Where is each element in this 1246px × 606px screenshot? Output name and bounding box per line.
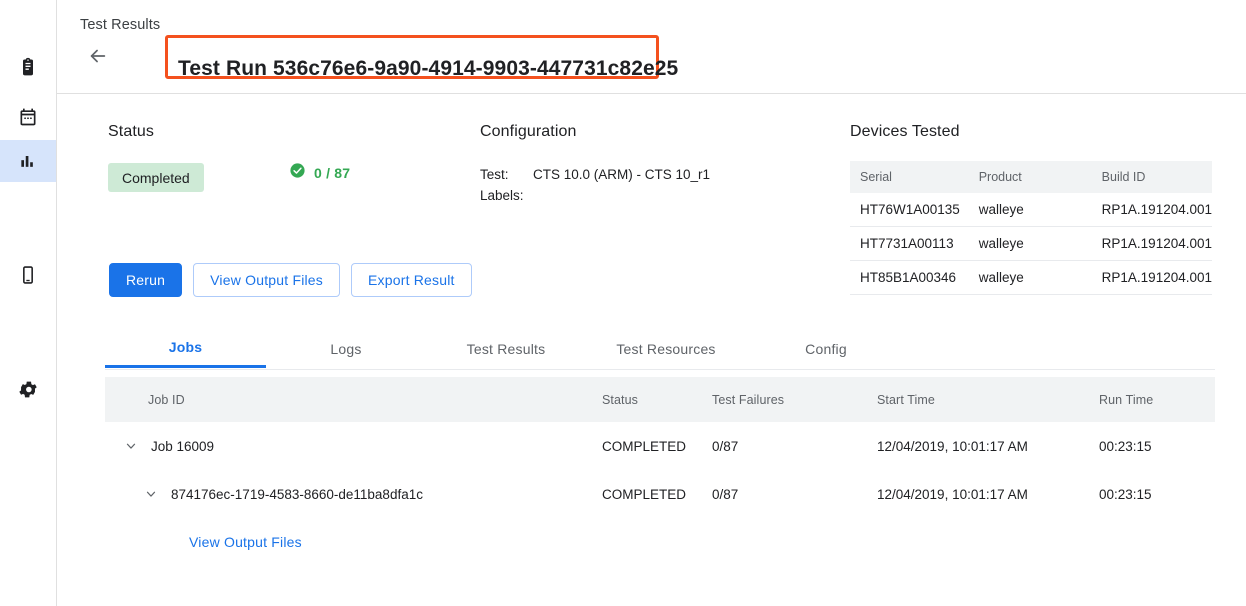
calendar-icon bbox=[18, 107, 38, 127]
device-serial: HT7731A00113 bbox=[850, 227, 969, 261]
status-section-title: Status bbox=[108, 123, 154, 141]
job-start-time: 12/04/2019, 10:01:17 AM bbox=[877, 422, 1099, 470]
devices-column-product: Product bbox=[969, 161, 1092, 193]
config-key: Test: bbox=[480, 164, 533, 185]
breadcrumb[interactable]: Test Results bbox=[80, 17, 160, 33]
sidebar-item-test-suites[interactable] bbox=[0, 46, 56, 88]
config-key: Labels: bbox=[480, 185, 533, 206]
table-row: HT85B1A00346 walleye RP1A.191204.001 bbox=[850, 261, 1212, 295]
attempt-actions-cell: View Output Files bbox=[105, 518, 1215, 566]
sidebar-item-schedules[interactable] bbox=[0, 96, 56, 138]
table-row: View Output Files bbox=[105, 518, 1215, 566]
devices-column-build-id: Build ID bbox=[1092, 161, 1212, 193]
view-output-files-button[interactable]: View Output Files bbox=[193, 263, 340, 297]
attempt-status: COMPLETED bbox=[602, 470, 712, 518]
arrow-left-icon bbox=[87, 45, 109, 72]
tab-test-resources[interactable]: Test Resources bbox=[586, 329, 746, 368]
device-serial: HT85B1A00346 bbox=[850, 261, 969, 295]
job-status: COMPLETED bbox=[602, 422, 712, 470]
attempt-id-label: 874176ec-1719-4583-8660-de11ba8dfa1c bbox=[171, 487, 423, 502]
attempt-start-time: 12/04/2019, 10:01:17 AM bbox=[877, 470, 1099, 518]
status-badge: Completed bbox=[108, 163, 204, 192]
device-product: walleye bbox=[969, 193, 1092, 227]
job-id-cell: Job 16009 bbox=[105, 422, 602, 470]
jobs-table-header-row: Job ID Status Test Failures Start Time R… bbox=[105, 377, 1215, 422]
action-button-row: Rerun View Output Files Export Result bbox=[109, 263, 472, 297]
jobs-column-test-failures: Test Failures bbox=[712, 377, 877, 422]
devices-column-serial: Serial bbox=[850, 161, 969, 193]
attempt-run-time: 00:23:15 bbox=[1099, 470, 1215, 518]
config-row: Labels: bbox=[480, 185, 710, 206]
table-row: HT76W1A00135 walleye RP1A.191204.001 bbox=[850, 193, 1212, 227]
back-button[interactable] bbox=[84, 44, 112, 72]
jobs-column-run-time: Run Time bbox=[1099, 377, 1215, 422]
tab-jobs[interactable]: Jobs bbox=[105, 329, 266, 368]
jobs-column-status: Status bbox=[602, 377, 712, 422]
table-row: HT7731A00113 walleye RP1A.191204.001 bbox=[850, 227, 1212, 261]
job-id-label: Job 16009 bbox=[151, 439, 214, 454]
attempt-test-failures: 0/87 bbox=[712, 470, 877, 518]
page-title: Test Run 536c76e6-9a90-4914-9903-447731c… bbox=[178, 57, 678, 81]
chevron-down-icon[interactable] bbox=[123, 438, 139, 454]
devices-table: Serial Product Build ID HT76W1A00135 wal… bbox=[850, 161, 1212, 295]
sidebar bbox=[0, 0, 57, 606]
config-value: CTS 10.0 (ARM) - CTS 10_r1 bbox=[533, 164, 710, 185]
chevron-down-icon[interactable] bbox=[143, 486, 159, 502]
sidebar-item-settings[interactable] bbox=[0, 368, 56, 410]
tab-config[interactable]: Config bbox=[746, 329, 906, 368]
job-test-failures: 0/87 bbox=[712, 422, 877, 470]
table-row[interactable]: 874176ec-1719-4583-8660-de11ba8dfa1c COM… bbox=[105, 470, 1215, 518]
tab-logs[interactable]: Logs bbox=[266, 329, 426, 368]
jobs-table: Job ID Status Test Failures Start Time R… bbox=[105, 377, 1215, 566]
check-circle-icon bbox=[289, 162, 306, 184]
pass-count: 0 / 87 bbox=[314, 165, 350, 181]
tab-bar: Jobs Logs Test Results Test Resources Co… bbox=[105, 329, 1215, 370]
phone-icon bbox=[18, 265, 38, 285]
page-header: Test Results Test Run 536c76e6-9a90-4914… bbox=[57, 0, 1246, 94]
attempt-id-cell: 874176ec-1719-4583-8660-de11ba8dfa1c bbox=[105, 470, 602, 518]
export-result-button[interactable]: Export Result bbox=[351, 263, 472, 297]
devices-table-header-row: Serial Product Build ID bbox=[850, 161, 1212, 193]
tab-test-results[interactable]: Test Results bbox=[426, 329, 586, 368]
device-build-id: RP1A.191204.001 bbox=[1092, 227, 1212, 261]
config-row: Test: CTS 10.0 (ARM) - CTS 10_r1 bbox=[480, 164, 710, 185]
jobs-column-start-time: Start Time bbox=[877, 377, 1099, 422]
clipboard-icon bbox=[18, 57, 38, 77]
jobs-column-job-id: Job ID bbox=[105, 377, 602, 422]
devices-section-title: Devices Tested bbox=[850, 123, 960, 141]
device-product: walleye bbox=[969, 227, 1092, 261]
configuration-section-title: Configuration bbox=[480, 123, 576, 141]
app-root: Test Results Test Run 536c76e6-9a90-4914… bbox=[0, 0, 1246, 606]
sidebar-item-test-results[interactable] bbox=[0, 140, 56, 182]
device-build-id: RP1A.191204.001 bbox=[1092, 261, 1212, 295]
pass-indicator: 0 / 87 bbox=[289, 162, 350, 184]
device-serial: HT76W1A00135 bbox=[850, 193, 969, 227]
bar-chart-icon bbox=[18, 151, 38, 171]
view-output-files-link[interactable]: View Output Files bbox=[189, 534, 302, 550]
configuration-list: Test: CTS 10.0 (ARM) - CTS 10_r1 Labels: bbox=[480, 164, 710, 206]
job-run-time: 00:23:15 bbox=[1099, 422, 1215, 470]
gear-icon bbox=[18, 379, 39, 400]
table-row[interactable]: Job 16009 COMPLETED 0/87 12/04/2019, 10:… bbox=[105, 422, 1215, 470]
device-product: walleye bbox=[969, 261, 1092, 295]
device-build-id: RP1A.191204.001 bbox=[1092, 193, 1212, 227]
sidebar-item-devices[interactable] bbox=[0, 254, 56, 296]
rerun-button[interactable]: Rerun bbox=[109, 263, 182, 297]
